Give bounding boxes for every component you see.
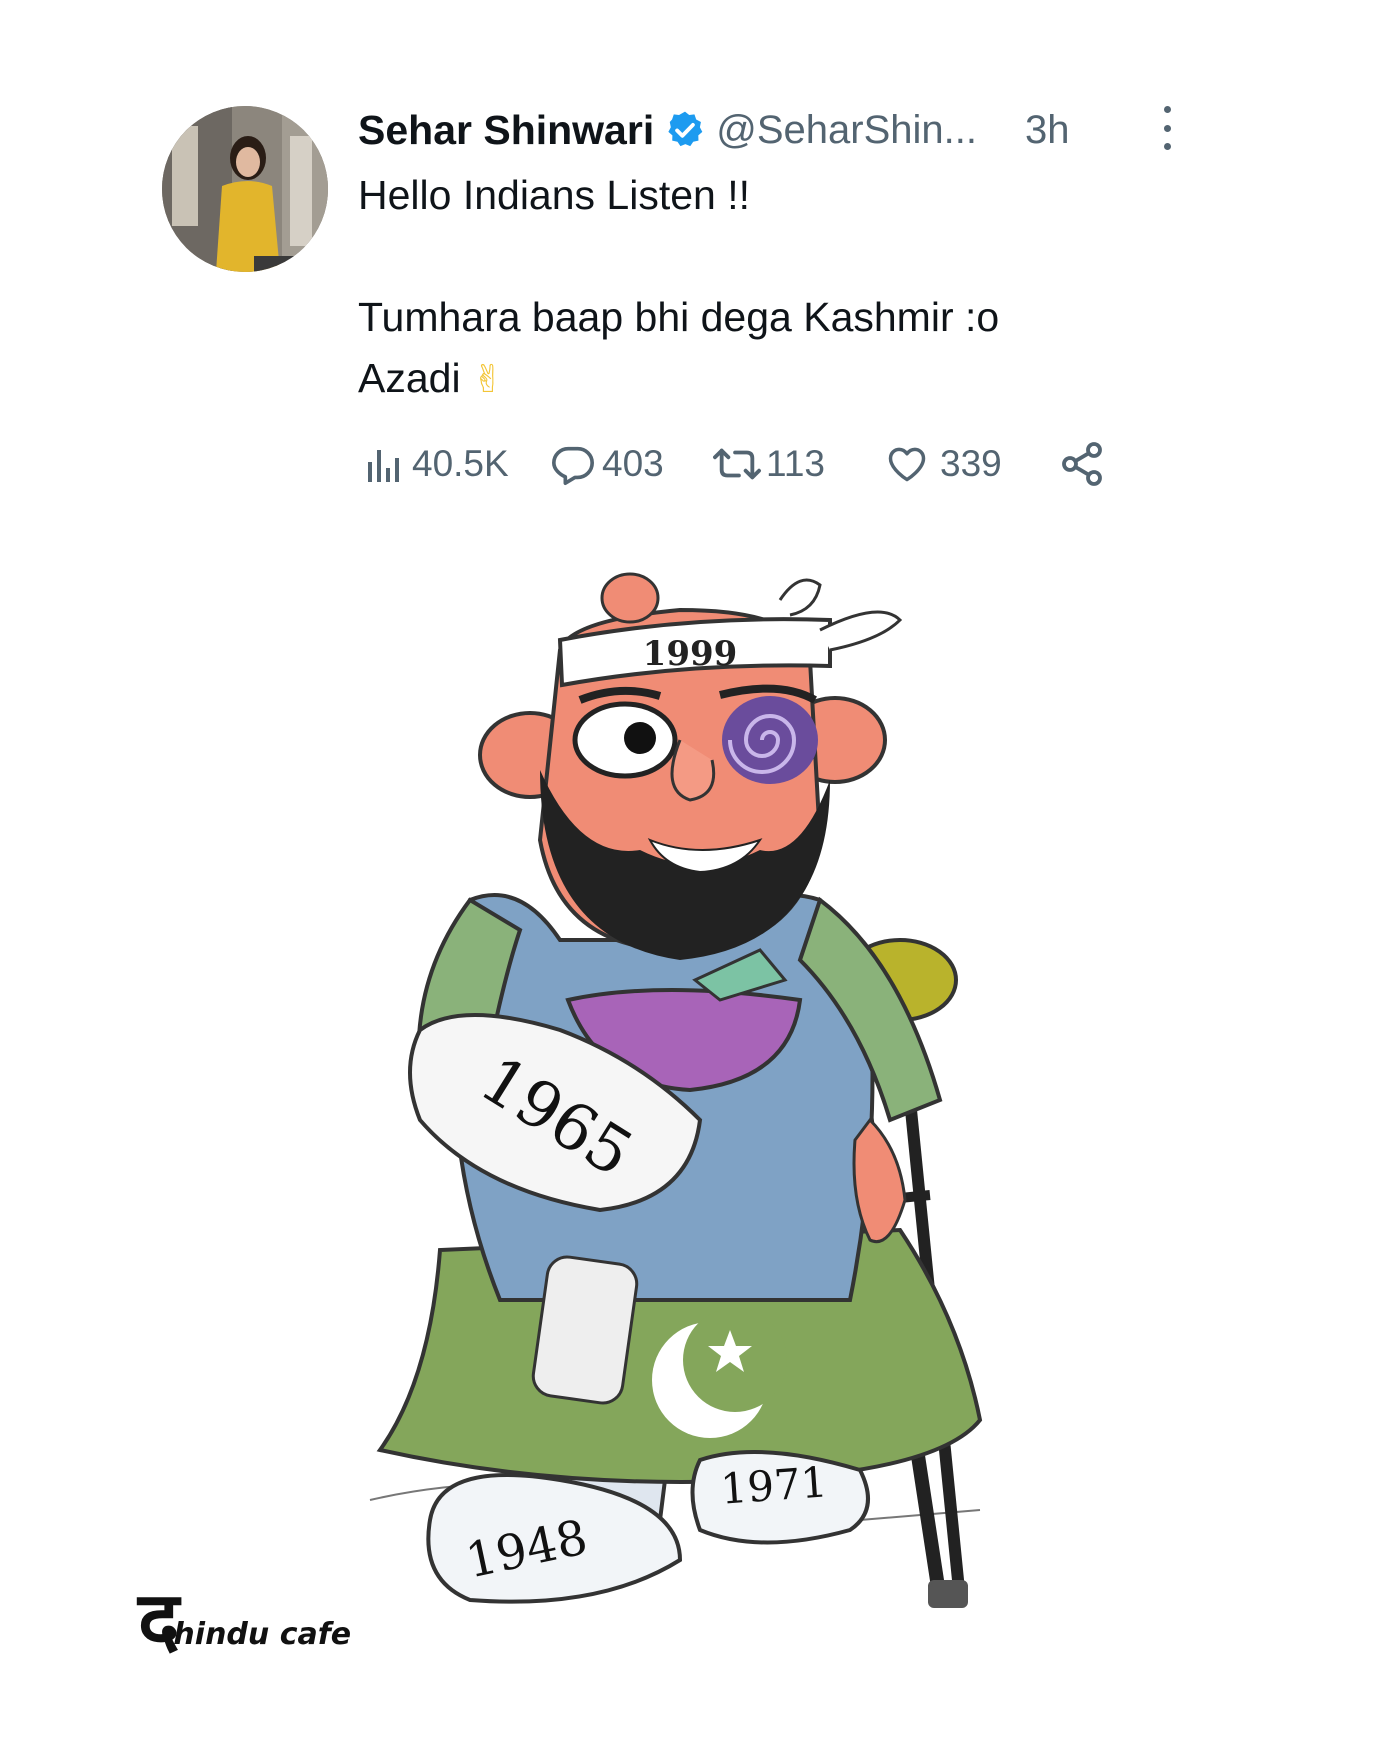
cartoon-illustration: 1999 1965 1948 1971 bbox=[0, 540, 1386, 1732]
tweet-actions: 40.5K 403 113 339 bbox=[366, 436, 1126, 492]
headband-year: 1999 bbox=[643, 634, 738, 674]
reply-icon bbox=[552, 446, 594, 485]
tweet-header: Sehar Shinwari @SeharShin... 3h bbox=[358, 104, 1069, 156]
retweet-icon bbox=[713, 448, 761, 480]
watermark-logo: द hindu cafe bbox=[138, 1580, 351, 1660]
timestamp[interactable]: 3h bbox=[1025, 108, 1070, 153]
display-name[interactable]: Sehar Shinwari bbox=[358, 107, 654, 154]
more-options-icon[interactable] bbox=[1160, 106, 1174, 150]
verified-badge-icon bbox=[668, 111, 703, 147]
reply-button[interactable]: 403 bbox=[550, 436, 664, 492]
user-handle[interactable]: @SeharShin... bbox=[716, 108, 977, 153]
retweet-button[interactable]: 113 bbox=[712, 436, 825, 492]
heart-icon bbox=[888, 447, 926, 482]
share-icon bbox=[1062, 442, 1102, 486]
profile-photo bbox=[162, 106, 328, 272]
black-eye bbox=[722, 696, 818, 784]
views-count: 40.5K bbox=[412, 443, 509, 484]
watermark-text: hindu cafe bbox=[173, 1617, 352, 1652]
right-foot-year: 1971 bbox=[719, 1457, 829, 1513]
avatar[interactable] bbox=[162, 106, 328, 272]
views-stat[interactable]: 40.5K bbox=[366, 436, 509, 492]
views-chart-icon bbox=[368, 450, 399, 482]
share-button[interactable] bbox=[1058, 440, 1106, 493]
tweet-text: Hello Indians Listen !! Tumhara baap bhi… bbox=[358, 165, 1098, 411]
like-button[interactable]: 339 bbox=[884, 436, 1002, 492]
reply-count: 403 bbox=[602, 443, 664, 484]
victory-hand-emoji: ✌ bbox=[471, 359, 504, 401]
tweet-card: Sehar Shinwari @SeharShin... 3h Hello In… bbox=[0, 0, 1386, 520]
like-count: 339 bbox=[940, 443, 1002, 484]
retweet-count: 113 bbox=[766, 443, 825, 484]
tweet-body: Hello Indians Listen !! Tumhara baap bhi… bbox=[358, 172, 1000, 401]
cartoon-drawing: 1999 1965 1948 1971 bbox=[369, 572, 983, 1608]
